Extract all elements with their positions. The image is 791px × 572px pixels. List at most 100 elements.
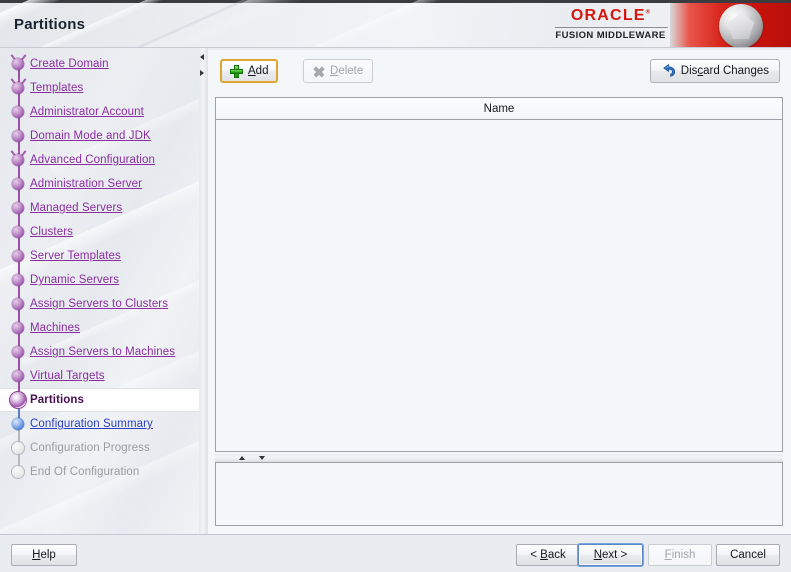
help-button[interactable]: Help xyxy=(11,544,77,566)
step-node xyxy=(8,196,30,220)
step-node xyxy=(8,148,30,172)
step-node-marker xyxy=(12,370,24,382)
sidebar-item-templates[interactable]: Templates xyxy=(0,76,204,100)
step-node xyxy=(8,220,30,244)
sidebar-item-domain-mode-and-jdk[interactable]: Domain Mode and JDK xyxy=(0,124,204,148)
detail-splitter[interactable] xyxy=(215,454,783,462)
step-node-marker xyxy=(12,418,24,430)
sidebar-item-configuration-progress: Configuration Progress xyxy=(0,436,204,460)
sidebar-item-end-of-configuration: End Of Configuration xyxy=(0,460,204,484)
discard-changes-label: Discard Changes xyxy=(680,65,769,77)
pentagon-shape xyxy=(728,13,754,39)
x-icon xyxy=(313,65,325,77)
sidebar-item-label[interactable]: Managed Servers xyxy=(30,202,122,214)
sidebar-item-label[interactable]: Assign Servers to Machines xyxy=(30,346,175,358)
partitions-panel: Add Delete Discard Changes Name xyxy=(206,50,791,534)
sidebar-item-virtual-targets[interactable]: Virtual Targets xyxy=(0,364,204,388)
sidebar-item-managed-servers[interactable]: Managed Servers xyxy=(0,196,204,220)
next-button-label: Next > xyxy=(593,549,628,561)
step-node-marker xyxy=(12,178,24,190)
step-node-marker xyxy=(12,130,24,142)
column-header-name[interactable]: Name xyxy=(484,103,515,115)
registered-mark: ® xyxy=(645,9,651,16)
plus-icon xyxy=(230,64,243,78)
sidebar-item-label[interactable]: Clusters xyxy=(30,226,73,238)
sidebar-item-label[interactable]: Virtual Targets xyxy=(30,370,105,382)
sidebar-item-clusters[interactable]: Clusters xyxy=(0,220,204,244)
cancel-button[interactable]: Cancel xyxy=(716,544,780,566)
step-node xyxy=(8,244,30,268)
sidebar-item-label[interactable]: Domain Mode and JDK xyxy=(30,130,151,142)
step-node xyxy=(8,268,30,292)
delete-button: Delete xyxy=(303,59,374,83)
sidebar-item-label: Configuration Progress xyxy=(30,442,150,454)
cancel-button-label: Cancel xyxy=(730,549,766,561)
sidebar-item-machines[interactable]: Machines xyxy=(0,316,204,340)
sidebar-item-label[interactable]: Dynamic Servers xyxy=(30,274,119,286)
splitter-collapse-up-icon[interactable] xyxy=(239,456,245,460)
oracle-wordmark-text: ORACLE xyxy=(570,7,646,24)
configuration-wizard-window: Partitions ORACLE® FUSION MIDDLEWARE Cre… xyxy=(0,0,791,572)
sidebar-item-create-domain[interactable]: Create Domain xyxy=(0,52,204,76)
step-node-marker xyxy=(12,250,24,262)
step-node xyxy=(8,412,30,436)
step-node-marker xyxy=(12,226,24,238)
logo-divider xyxy=(555,27,668,28)
step-node-marker xyxy=(12,58,24,70)
add-button-label: Add xyxy=(248,65,269,77)
partitions-toolbar: Add Delete Discard Changes xyxy=(207,50,791,94)
sidebar-item-administrator-account[interactable]: Administrator Account xyxy=(0,100,204,124)
discard-changes-button[interactable]: Discard Changes xyxy=(649,59,780,83)
step-node-marker xyxy=(12,346,24,358)
sidebar-item-label[interactable]: Machines xyxy=(30,322,80,334)
wizard-step-list: Create Domain Templates Administrator Acco… xyxy=(0,52,204,484)
sidebar-item-label[interactable]: Templates xyxy=(30,82,83,94)
table-body-empty[interactable] xyxy=(216,120,782,451)
sidebar-item-label[interactable]: Server Templates xyxy=(30,250,121,262)
next-button[interactable]: Next > xyxy=(578,544,643,566)
step-node xyxy=(8,388,30,412)
step-node xyxy=(8,52,30,76)
back-button[interactable]: < Back xyxy=(516,544,580,566)
sidebar-item-label[interactable]: Advanced Configuration xyxy=(30,154,155,166)
splitter-collapse-left-icon[interactable] xyxy=(200,54,205,60)
sidebar-item-server-templates[interactable]: Server Templates xyxy=(0,244,204,268)
sidebar-item-label: Partitions xyxy=(30,394,85,406)
undo-arrow-icon xyxy=(663,64,675,77)
sidebar-item-label[interactable]: Administrator Account xyxy=(30,106,144,118)
sidebar-item-label[interactable]: Administration Server xyxy=(30,178,142,190)
sidebar-item-assign-servers-to-machines[interactable]: Assign Servers to Machines xyxy=(0,340,204,364)
sidebar-item-label[interactable]: Configuration Summary xyxy=(30,418,153,430)
finish-button: Finish xyxy=(648,544,712,566)
step-node-marker xyxy=(12,154,24,166)
step-node-marker xyxy=(12,442,24,454)
step-node xyxy=(8,76,30,100)
step-node-marker xyxy=(12,274,24,286)
sidebar-item-label[interactable]: Create Domain xyxy=(30,58,109,70)
sidebar-splitter[interactable] xyxy=(199,48,208,534)
step-node-marker xyxy=(12,82,24,94)
sidebar-item-configuration-summary[interactable]: Configuration Summary xyxy=(0,412,204,436)
sidebar-item-assign-servers-to-clusters[interactable]: Assign Servers to Clusters xyxy=(0,292,204,316)
splitter-expand-down-icon[interactable] xyxy=(259,456,265,460)
partitions-table[interactable]: Name xyxy=(215,97,783,452)
step-node-marker xyxy=(12,466,24,478)
sidebar-item-advanced-configuration[interactable]: Advanced Configuration xyxy=(0,148,204,172)
back-button-label: < Back xyxy=(530,549,566,561)
wizard-step-sidebar: Create Domain Templates Administrator Acco… xyxy=(0,48,204,534)
sidebar-item-label[interactable]: Assign Servers to Clusters xyxy=(30,298,168,310)
oracle-wordmark: ORACLE® xyxy=(551,7,670,25)
add-button[interactable]: Add xyxy=(220,59,279,83)
step-node xyxy=(8,172,30,196)
wizard-footer: Help < Back Next > Finish Cancel xyxy=(0,534,791,572)
sidebar-item-partitions: Partitions xyxy=(0,388,204,412)
sidebar-item-label: End Of Configuration xyxy=(30,466,140,478)
table-header-row: Name xyxy=(216,98,782,120)
partition-detail-pane xyxy=(215,462,783,526)
step-node xyxy=(8,364,30,388)
sidebar-item-dynamic-servers[interactable]: Dynamic Servers xyxy=(0,268,204,292)
window-header: Partitions ORACLE® FUSION MIDDLEWARE xyxy=(0,0,791,48)
sidebar-item-administration-server[interactable]: Administration Server xyxy=(0,172,204,196)
splitter-expand-right-icon[interactable] xyxy=(200,70,205,76)
step-node xyxy=(8,340,30,364)
